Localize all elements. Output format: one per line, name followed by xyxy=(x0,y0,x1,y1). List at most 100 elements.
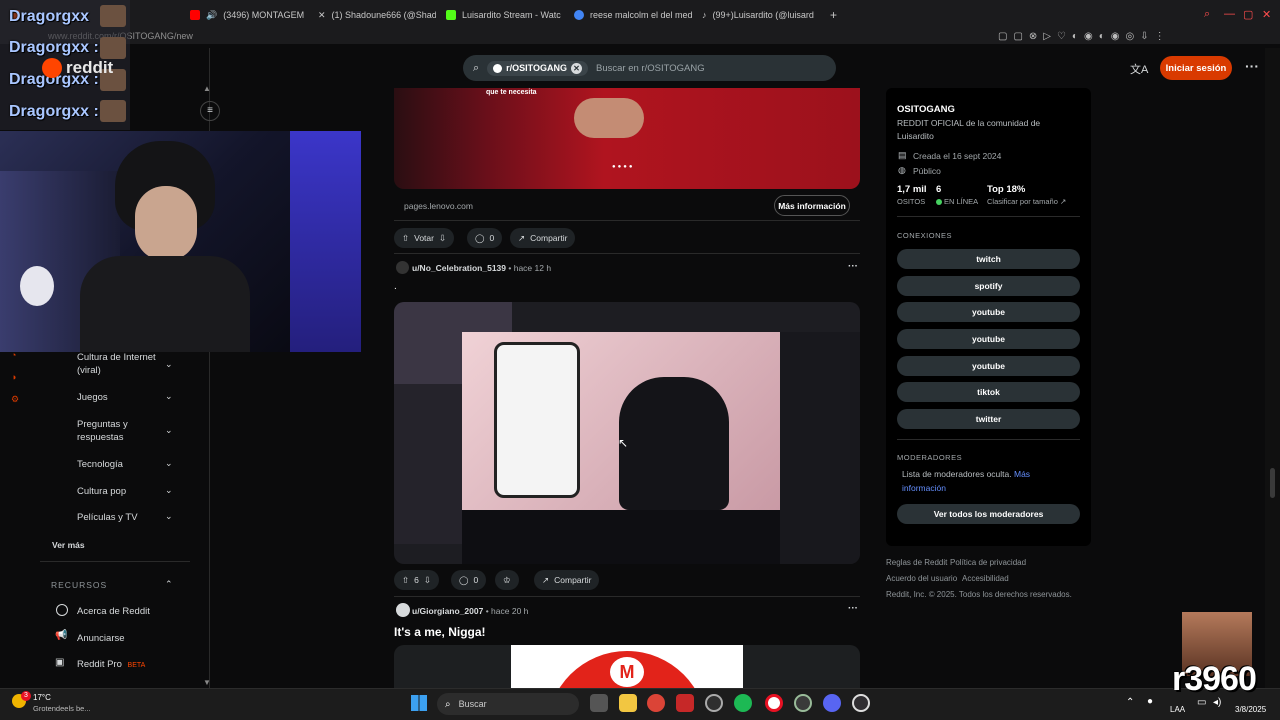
microphone-icon[interactable]: ● xyxy=(1147,696,1153,707)
downvote-icon[interactable]: ⇩ xyxy=(424,575,431,586)
subreddit-chip[interactable]: r/OSITOGANG ✕ xyxy=(487,60,589,76)
new-tab-button[interactable]: + xyxy=(820,0,844,30)
app-icon[interactable] xyxy=(794,694,812,712)
share-button[interactable]: ↗ Compartir xyxy=(510,228,576,248)
clock-date[interactable]: 3/8/2025 xyxy=(1235,705,1266,714)
downvote-icon[interactable]: ⇩ xyxy=(439,233,446,244)
rules-link[interactable]: Reglas de Reddit xyxy=(886,558,947,567)
post-author[interactable]: u/No_Celebration_5139 • hace 12 h xyxy=(412,263,551,273)
privacy-link[interactable]: Política de privacidad xyxy=(950,558,1026,567)
sidebar-scroll-up-icon[interactable]: ▲ xyxy=(203,84,211,93)
sidebar-item-internet-culture[interactable]: Cultura de Internet (viral) xyxy=(77,351,162,377)
browser-tab[interactable]: 🔊 (3496) MONTAGEM xyxy=(180,0,308,30)
close-icon[interactable]: ✕ xyxy=(1262,8,1271,21)
maximize-icon[interactable]: ▢ xyxy=(1243,8,1253,21)
connection-youtube[interactable]: youtube xyxy=(897,356,1080,376)
file-explorer-icon[interactable] xyxy=(619,694,637,712)
connection-twitter[interactable]: twitter xyxy=(897,409,1080,429)
connection-tiktok[interactable]: tiktok xyxy=(897,382,1080,402)
more-options-icon[interactable]: ··· xyxy=(1245,58,1259,74)
cake-icon: ▤ xyxy=(898,150,907,160)
ad-cta-button[interactable]: Más información xyxy=(774,195,850,216)
ad-domain[interactable]: pages.lenovo.com xyxy=(404,201,473,211)
sidebar-item-qa[interactable]: Preguntas y respuestas xyxy=(77,418,162,444)
connection-spotify[interactable]: spotify xyxy=(897,276,1080,296)
windows-start-icon[interactable] xyxy=(411,695,427,711)
chevron-down-icon[interactable]: ⌄ xyxy=(165,458,173,469)
award-button[interactable]: ♔ xyxy=(495,570,519,590)
xbox-icon[interactable] xyxy=(705,694,723,712)
app-icon[interactable] xyxy=(676,694,694,712)
connection-youtube[interactable]: youtube xyxy=(897,329,1080,349)
search-input[interactable]: Buscar en r/OSITOGANG xyxy=(596,63,705,74)
sidebar-item-movies-tv[interactable]: Películas y TV xyxy=(77,511,138,524)
chevron-down-icon[interactable]: ⌄ xyxy=(165,391,173,402)
browser-tab[interactable]: ♪ (99+)Luisardito (@luisard xyxy=(692,0,820,30)
sidebar-item-about[interactable]: Acerca de Reddit xyxy=(77,605,150,618)
comment-icon: ◯ xyxy=(459,574,469,585)
post-title[interactable]: It's a me, Nigga! xyxy=(394,625,486,639)
connection-youtube[interactable]: youtube xyxy=(897,302,1080,322)
post-image[interactable]: M xyxy=(394,645,860,688)
ad-image[interactable]: que te necesita ●●●● xyxy=(394,88,860,189)
chevron-down-icon[interactable]: ⌄ xyxy=(165,425,173,436)
spotify-icon[interactable] xyxy=(734,694,752,712)
browser-tab[interactable]: Luisardito Stream - Watc xyxy=(436,0,564,30)
post-video[interactable]: ↖ xyxy=(394,302,860,564)
chevron-down-icon[interactable]: ⌄ xyxy=(165,511,173,522)
login-button[interactable]: Iniciar sesión xyxy=(1160,56,1232,80)
view-all-moderators-button[interactable]: Ver todos los moderadores xyxy=(897,504,1080,524)
opera-icon[interactable] xyxy=(765,694,783,712)
translate-icon[interactable]: 文A xyxy=(1130,61,1148,77)
sidebar-item-reddit-pro[interactable]: Reddit Pro BETA xyxy=(77,658,145,672)
task-view-icon[interactable] xyxy=(590,694,608,712)
author-avatar[interactable] xyxy=(396,261,409,274)
chevron-down-icon[interactable]: ⌄ xyxy=(165,359,173,370)
page-scrollbar[interactable] xyxy=(1265,48,1280,688)
share-button[interactable]: ↗ Compartir xyxy=(534,570,600,590)
weather-temp[interactable]: 17°C xyxy=(33,693,51,702)
chevron-down-icon[interactable]: ⌄ xyxy=(165,485,173,496)
clear-chip-icon[interactable]: ✕ xyxy=(571,62,583,74)
post-options-icon[interactable]: ··· xyxy=(848,261,858,272)
taskbar-search[interactable]: ⌕ Buscar xyxy=(437,693,579,715)
comments-button[interactable]: ◯ 0 xyxy=(467,228,503,248)
see-more-link[interactable]: Ver más xyxy=(52,539,85,552)
ad-hand xyxy=(574,98,644,138)
sidebar-item-games[interactable]: Juegos xyxy=(77,391,108,404)
obs-icon[interactable] xyxy=(852,694,870,712)
author-avatar[interactable] xyxy=(396,603,410,617)
connection-twitch[interactable]: twitch xyxy=(897,249,1080,269)
sidebar-item-advertise[interactable]: Anunciarse xyxy=(77,632,125,645)
discord-icon[interactable] xyxy=(823,694,841,712)
created-date: Creada el 16 sept 2024 xyxy=(913,151,1002,161)
sidebar-divider xyxy=(897,216,1080,217)
post-options-icon[interactable]: ··· xyxy=(848,603,858,614)
upvote-icon[interactable]: ⇧ xyxy=(402,233,409,244)
user-agreement-link[interactable]: Acuerdo del usuario xyxy=(886,574,957,583)
tray-chevron-icon[interactable]: ⌃ xyxy=(1126,697,1134,708)
post-title[interactable]: . xyxy=(394,281,397,292)
search-bar[interactable]: ⌕ r/OSITOGANG ✕ Buscar en r/OSITOGANG xyxy=(463,55,836,81)
chrome-icon[interactable] xyxy=(647,694,665,712)
search-tabs-icon[interactable]: ⌕ xyxy=(1204,8,1210,21)
sidebar-scroll-down-icon[interactable]: ▼ xyxy=(203,678,211,687)
accessibility-link[interactable]: Accesibilidad xyxy=(962,574,1009,583)
search-icon: ⌕ xyxy=(445,698,451,710)
sidebar-item-technology[interactable]: Tecnología xyxy=(77,458,123,471)
online-value: 6 xyxy=(936,184,942,195)
post-author[interactable]: u/Giorgiano_2007 • hace 20 h xyxy=(412,606,528,616)
upvote-icon[interactable]: ⇧ xyxy=(402,575,409,586)
external-link-icon: ↗ xyxy=(1059,197,1067,206)
scrollbar-thumb[interactable] xyxy=(1270,468,1275,498)
comments-button[interactable]: ◯ 0 xyxy=(451,570,487,590)
chevron-up-icon[interactable]: ⌃ xyxy=(165,579,173,590)
language-indicator[interactable]: LAA xyxy=(1170,705,1185,714)
browser-tab[interactable]: ✕ (1) Shadoune666 (@Shad xyxy=(308,0,436,30)
browser-tab[interactable]: reese malcolm el del med xyxy=(564,0,692,30)
menu-icon[interactable]: ≡ xyxy=(200,101,220,121)
rank-label[interactable]: Clasificar por tamaño ↗ xyxy=(987,197,1066,206)
sidebar-item-pop-culture[interactable]: Cultura pop xyxy=(77,485,126,498)
ad-carousel-dots[interactable]: ●●●● xyxy=(612,164,635,170)
minimize-icon[interactable]: — xyxy=(1224,8,1235,20)
